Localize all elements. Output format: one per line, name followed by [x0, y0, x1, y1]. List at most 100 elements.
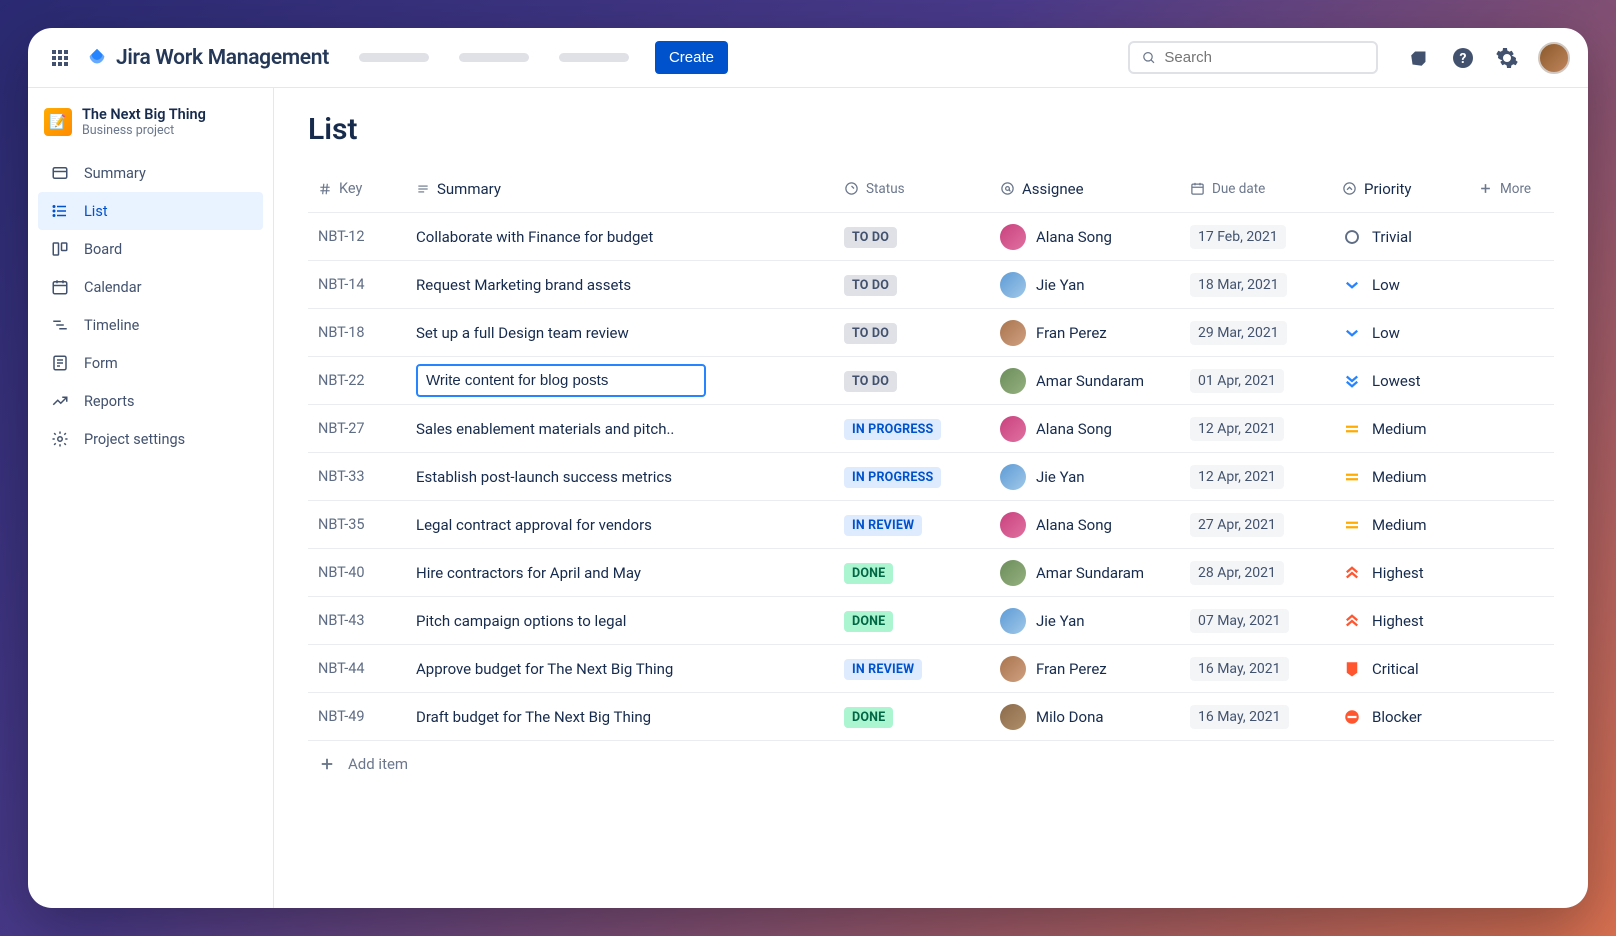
cell-due-date[interactable]: 27 Apr, 2021 [1190, 513, 1342, 537]
cell-assignee[interactable]: Amar Sundaram [1000, 560, 1190, 586]
cell-key[interactable]: NBT-33 [308, 468, 416, 485]
table-row[interactable]: NBT-44 Approve budget for The Next Big T… [308, 645, 1554, 693]
cell-summary[interactable]: Approve budget for The Next Big Thing [416, 660, 844, 678]
cell-due-date[interactable]: 17 Feb, 2021 [1190, 225, 1342, 249]
cell-due-date[interactable]: 01 Apr, 2021 [1190, 369, 1342, 393]
cell-priority[interactable]: Trivial [1342, 227, 1478, 247]
col-assignee[interactable]: Assignee [1000, 180, 1190, 198]
cell-summary[interactable]: Pitch campaign options to legal [416, 612, 844, 630]
table-row[interactable]: NBT-27 Sales enablement materials and pi… [308, 405, 1554, 453]
sidebar-item-calendar[interactable]: Calendar [38, 268, 263, 306]
create-button[interactable]: Create [655, 41, 728, 74]
cell-summary[interactable]: Draft budget for The Next Big Thing [416, 708, 844, 726]
cell-due-date[interactable]: 18 Mar, 2021 [1190, 273, 1342, 297]
search-input-wrap[interactable] [1128, 41, 1378, 74]
cell-key[interactable]: NBT-43 [308, 612, 416, 629]
cell-priority[interactable]: Lowest [1342, 371, 1478, 391]
cell-status[interactable]: TO DO [844, 226, 1000, 248]
col-priority[interactable]: Priority [1342, 180, 1478, 198]
search-input[interactable] [1164, 49, 1364, 66]
summary-edit-input[interactable] [416, 364, 706, 397]
cell-summary[interactable]: Request Marketing brand assets [416, 276, 844, 294]
table-row[interactable]: NBT-43 Pitch campaign options to legal D… [308, 597, 1554, 645]
cell-summary[interactable] [416, 364, 844, 397]
table-row[interactable]: NBT-49 Draft budget for The Next Big Thi… [308, 693, 1554, 741]
cell-assignee[interactable]: Alana Song [1000, 224, 1190, 250]
cell-assignee[interactable]: Amar Sundaram [1000, 368, 1190, 394]
cell-key[interactable]: NBT-18 [308, 324, 416, 341]
cell-due-date[interactable]: 12 Apr, 2021 [1190, 465, 1342, 489]
cell-priority[interactable]: Highest [1342, 611, 1478, 631]
cell-status[interactable]: IN REVIEW [844, 514, 1000, 536]
cell-assignee[interactable]: Alana Song [1000, 512, 1190, 538]
cell-key[interactable]: NBT-44 [308, 660, 416, 677]
cell-status[interactable]: TO DO [844, 370, 1000, 392]
table-row[interactable]: NBT-35 Legal contract approval for vendo… [308, 501, 1554, 549]
cell-summary[interactable]: Hire contractors for April and May [416, 564, 844, 582]
cell-assignee[interactable]: Fran Perez [1000, 656, 1190, 682]
cell-key[interactable]: NBT-12 [308, 228, 416, 245]
add-item-button[interactable]: Add item [308, 741, 1554, 787]
col-key[interactable]: Key [308, 180, 416, 197]
cell-summary[interactable]: Sales enablement materials and pitch.. [416, 420, 844, 438]
cell-due-date[interactable]: 16 May, 2021 [1190, 657, 1342, 681]
table-row[interactable]: NBT-14 Request Marketing brand assets TO… [308, 261, 1554, 309]
cell-summary[interactable]: Set up a full Design team review [416, 324, 844, 342]
product-logo[interactable]: Jira Work Management [86, 46, 329, 70]
sidebar-item-list[interactable]: List [38, 192, 263, 230]
project-header[interactable]: 📝 The Next Big Thing Business project [38, 106, 263, 154]
cell-summary[interactable]: Legal contract approval for vendors [416, 516, 844, 534]
table-row[interactable]: NBT-33 Establish post-launch success met… [308, 453, 1554, 501]
col-summary[interactable]: Summary [416, 180, 844, 198]
sidebar-item-form[interactable]: Form [38, 344, 263, 382]
cell-key[interactable]: NBT-14 [308, 276, 416, 293]
cell-assignee[interactable]: Alana Song [1000, 416, 1190, 442]
cell-priority[interactable]: Low [1342, 275, 1478, 295]
cell-due-date[interactable]: 28 Apr, 2021 [1190, 561, 1342, 585]
cell-due-date[interactable]: 12 Apr, 2021 [1190, 417, 1342, 441]
cell-assignee[interactable]: Fran Perez [1000, 320, 1190, 346]
cell-priority[interactable]: Critical [1342, 659, 1478, 679]
cell-status[interactable]: IN REVIEW [844, 658, 1000, 680]
cell-assignee[interactable]: Jie Yan [1000, 608, 1190, 634]
table-row[interactable]: NBT-12 Collaborate with Finance for budg… [308, 213, 1554, 261]
cell-key[interactable]: NBT-49 [308, 708, 416, 725]
table-row[interactable]: NBT-18 Set up a full Design team review … [308, 309, 1554, 357]
notifications-icon[interactable] [1406, 45, 1432, 71]
col-status[interactable]: Status [844, 181, 1000, 197]
sidebar-item-settings[interactable]: Project settings [38, 420, 263, 458]
user-avatar[interactable] [1538, 42, 1570, 74]
cell-priority[interactable]: Highest [1342, 563, 1478, 583]
cell-key[interactable]: NBT-27 [308, 420, 416, 437]
table-row[interactable]: NBT-22 TO DO Amar Sundaram 01 Apr, 2021 … [308, 357, 1554, 405]
cell-due-date[interactable]: 07 May, 2021 [1190, 609, 1342, 633]
cell-summary[interactable]: Establish post-launch success metrics [416, 468, 844, 486]
cell-assignee[interactable]: Jie Yan [1000, 272, 1190, 298]
cell-due-date[interactable]: 29 Mar, 2021 [1190, 321, 1342, 345]
cell-key[interactable]: NBT-22 [308, 372, 416, 389]
col-more[interactable]: More [1478, 181, 1554, 197]
cell-priority[interactable]: Medium [1342, 467, 1478, 487]
cell-assignee[interactable]: Milo Dona [1000, 704, 1190, 730]
app-switcher-icon[interactable] [46, 44, 74, 72]
cell-priority[interactable]: Blocker [1342, 707, 1478, 727]
cell-status[interactable]: DONE [844, 706, 1000, 728]
cell-priority[interactable]: Medium [1342, 419, 1478, 439]
cell-due-date[interactable]: 16 May, 2021 [1190, 705, 1342, 729]
cell-status[interactable]: DONE [844, 562, 1000, 584]
table-row[interactable]: NBT-40 Hire contractors for April and Ma… [308, 549, 1554, 597]
cell-priority[interactable]: Medium [1342, 515, 1478, 535]
cell-assignee[interactable]: Jie Yan [1000, 464, 1190, 490]
cell-key[interactable]: NBT-40 [308, 564, 416, 581]
cell-status[interactable]: IN PROGRESS [844, 466, 1000, 488]
cell-summary[interactable]: Collaborate with Finance for budget [416, 228, 844, 246]
cell-priority[interactable]: Low [1342, 323, 1478, 343]
sidebar-item-summary[interactable]: Summary [38, 154, 263, 192]
cell-status[interactable]: DONE [844, 610, 1000, 632]
sidebar-item-reports[interactable]: Reports [38, 382, 263, 420]
sidebar-item-board[interactable]: Board [38, 230, 263, 268]
cell-status[interactable]: IN PROGRESS [844, 418, 1000, 440]
col-due-date[interactable]: Due date [1190, 181, 1342, 197]
help-icon[interactable]: ? [1450, 45, 1476, 71]
cell-status[interactable]: TO DO [844, 274, 1000, 296]
